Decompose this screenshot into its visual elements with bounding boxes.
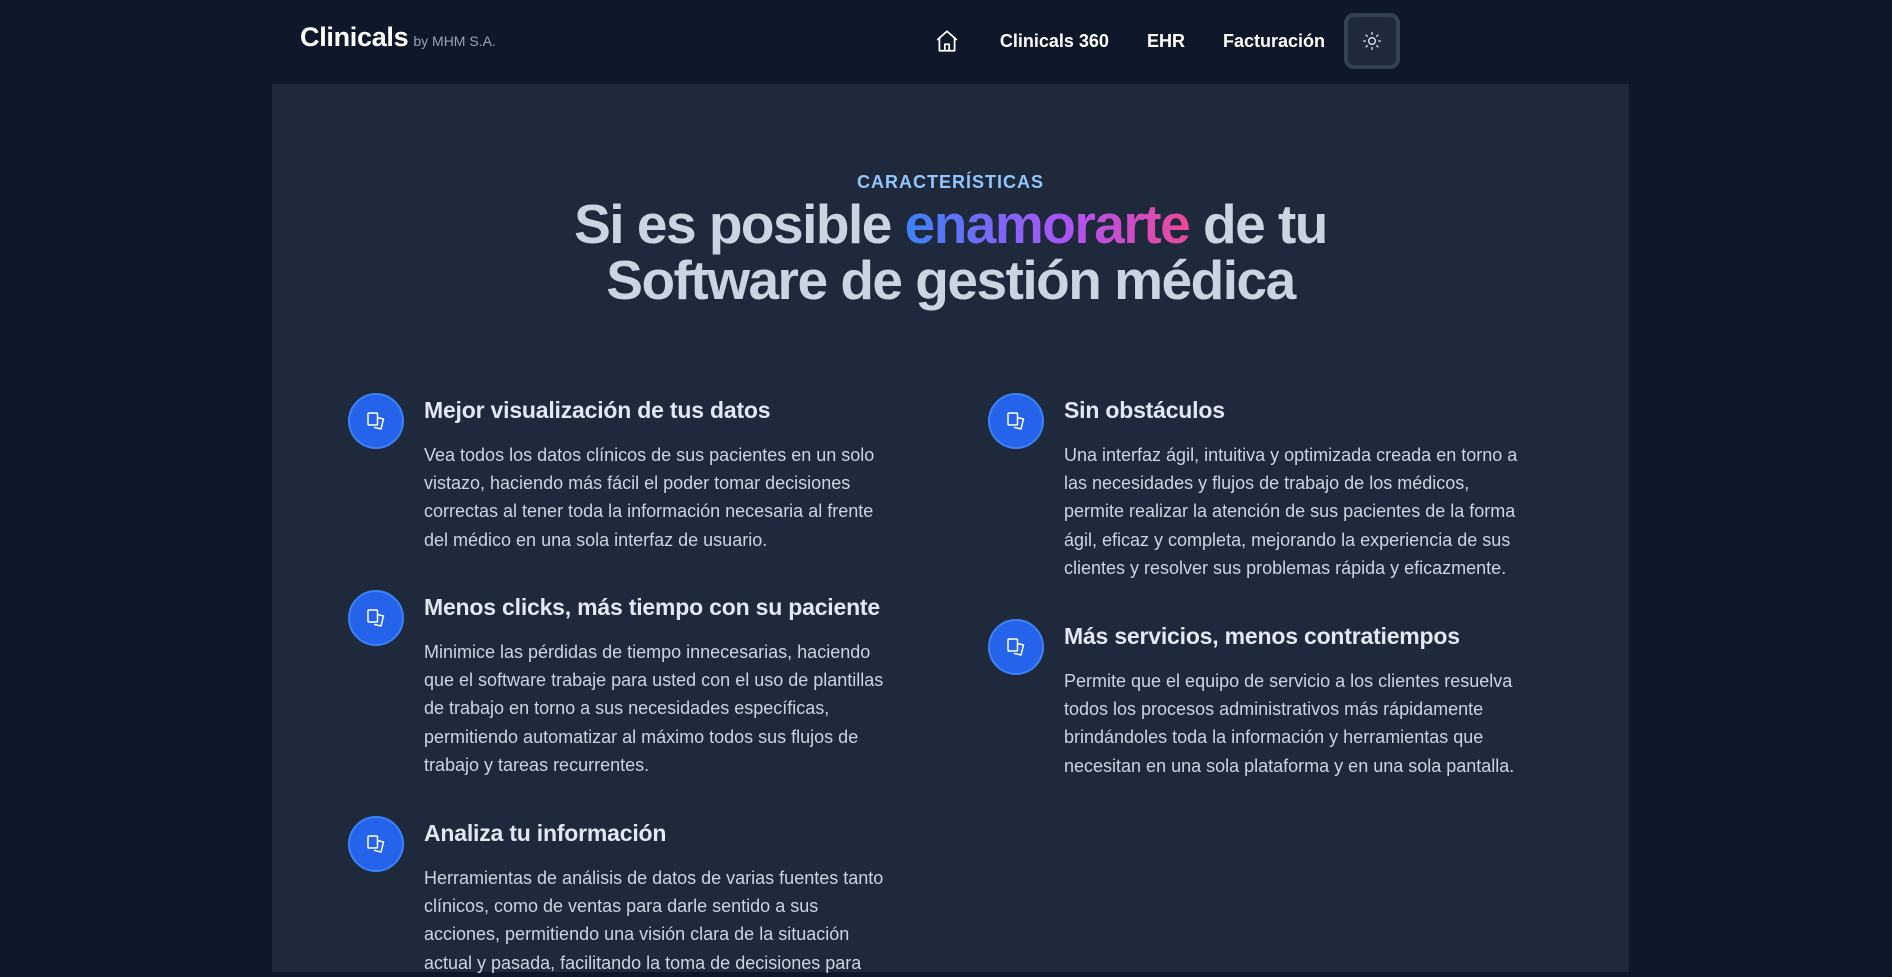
top-navbar: Clinicals by MHM S.A. Clinicals 360 EHR …	[0, 0, 1892, 84]
feature-title: Analiza tu información	[424, 820, 667, 846]
feature-icon-badge	[348, 393, 404, 449]
headline-highlight: enamorarte	[904, 193, 1191, 255]
copy-icon	[367, 609, 385, 627]
feature-title: Más servicios, menos contratiempos	[1064, 623, 1460, 649]
feature-description: Herramientas de análisis de datos de var…	[424, 868, 884, 973]
brand-subtitle: by MHM S.A.	[413, 33, 496, 49]
headline-post: de tu	[1189, 193, 1328, 255]
theme-toggle-button[interactable]	[1344, 13, 1400, 69]
brand-logo[interactable]: Clinicals by MHM S.A.	[300, 22, 496, 53]
section-eyebrow: CARACTERÍSTICAS	[856, 172, 1044, 192]
feature-title: Menos clicks, más tiempo con su paciente	[424, 594, 880, 620]
feature-description: Una interfaz ágil, intuitiva y optimizad…	[1064, 445, 1518, 578]
feature-icon-badge	[348, 816, 404, 872]
feature-icon-badge	[988, 619, 1044, 675]
feature-icon-badge	[348, 590, 404, 646]
sun-icon	[1363, 31, 1381, 50]
copy-icon	[367, 835, 385, 853]
feature-description: Minimice las pérdidas de tiempo innecesa…	[424, 642, 884, 775]
nav-link-clinicals-360[interactable]: Clinicals 360	[981, 31, 1128, 52]
headline-pre: Si es posible	[574, 193, 905, 255]
headline-line2: Software de gestión médica	[606, 249, 1296, 311]
copy-icon	[1007, 412, 1025, 430]
brand-name: Clinicals	[300, 22, 409, 52]
feature-icon-badge	[988, 393, 1044, 449]
section-headline: Si es posible enamorarte de tu Software …	[272, 196, 1629, 308]
nav-link-facturacion[interactable]: Facturación	[1204, 31, 1344, 52]
feature-description: Permite que el equipo de servicio a los …	[1064, 671, 1515, 776]
home-link[interactable]	[927, 21, 967, 61]
copy-icon	[367, 412, 385, 430]
home-icon	[936, 30, 958, 52]
copy-icon	[1007, 638, 1025, 656]
feature-title: Sin obstáculos	[1064, 397, 1225, 423]
feature-description: Vea todos los datos clínicos de sus paci…	[424, 445, 875, 550]
main-nav: Clinicals 360 EHR Facturación	[927, 13, 1400, 69]
feature-title: Mejor visualización de tus datos	[424, 397, 771, 423]
features-section: CARACTERÍSTICAS Si es posible enamorarte…	[272, 84, 1629, 973]
nav-link-ehr[interactable]: EHR	[1128, 31, 1204, 52]
